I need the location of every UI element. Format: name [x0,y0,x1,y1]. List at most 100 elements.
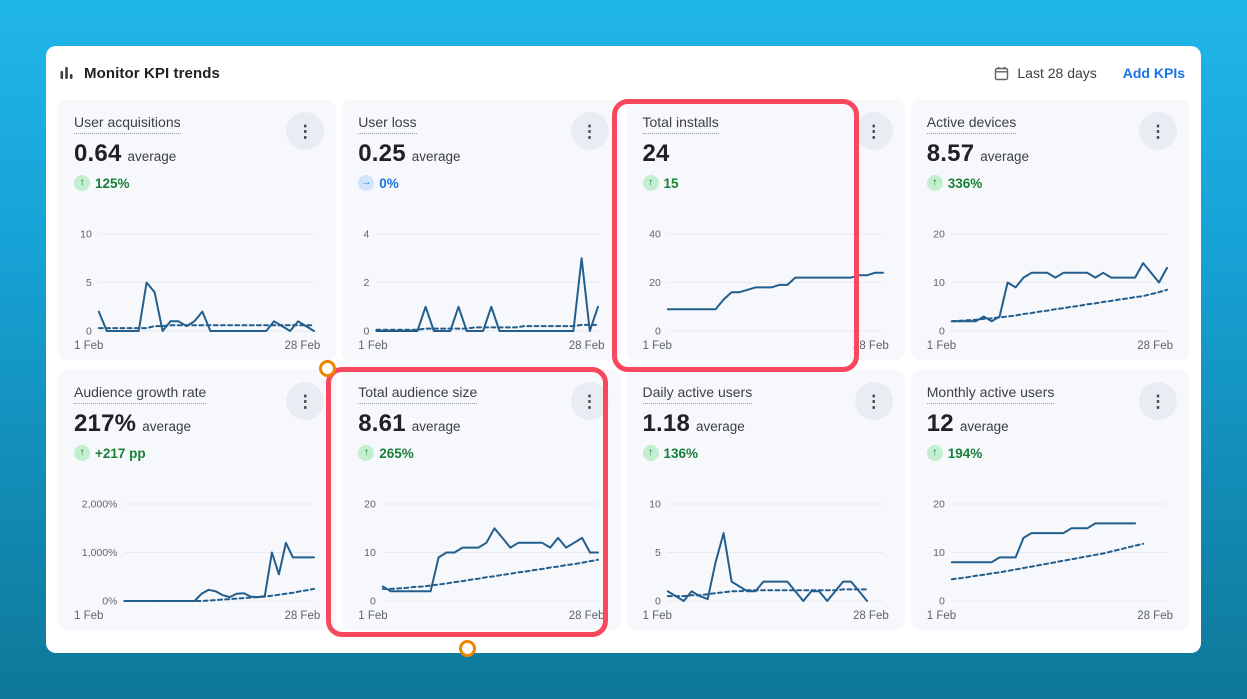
kebab-menu-button[interactable]: ⋮ [1139,112,1177,150]
kpi-card[interactable]: Daily active users ⋮ 1.18 average ↑ 136%… [627,370,905,630]
kpi-title[interactable]: Active devices [927,114,1016,134]
svg-text:10: 10 [933,547,945,559]
date-range-selector[interactable]: Last 28 days [994,65,1096,81]
kebab-menu-button[interactable]: ⋮ [286,112,324,150]
kpi-value-row: 8.61 average [358,410,604,438]
kpi-value-suffix: average [696,419,745,434]
kpi-value: 0.64 [74,140,122,168]
kpi-line-chart: 0510 [643,496,889,608]
kebab-menu-button[interactable]: ⋮ [1139,382,1177,420]
svg-text:10: 10 [933,277,945,289]
kebab-menu-button[interactable]: ⋮ [855,112,893,150]
svg-text:0: 0 [939,326,945,338]
x-axis-labels: 1 Feb 28 Feb [927,340,1173,352]
svg-text:5: 5 [86,277,92,289]
kpi-line-chart: 0% 1,000% 2,000% [74,496,320,608]
svg-text:4: 4 [364,229,370,241]
calendar-icon [994,66,1009,81]
kpi-trends-panel: Monitor KPI trends Last 28 days Add KPIs… [46,46,1201,653]
x-axis-end-label: 28 Feb [569,610,605,622]
kpi-value-row: 12 average [927,410,1173,438]
kebab-icon: ⋮ [1150,393,1167,410]
kpi-value-suffix: average [128,149,177,164]
trend-arrow-icon: ↑ [74,175,90,191]
svg-text:0: 0 [364,326,370,338]
trend-arrow-icon: ↑ [643,175,659,191]
trend-arrow-icon: ↑ [927,445,943,461]
kebab-icon: ⋮ [581,393,598,410]
trend-arrow-icon: → [358,175,374,191]
kpi-change-badge: → 0% [358,175,604,191]
x-axis-start-label: 1 Feb [74,340,103,352]
kpi-change-badge: ↑ 265% [358,445,604,461]
kpi-card[interactable]: Monthly active users ⋮ 12 average ↑ 194%… [911,370,1189,630]
kpi-value-row: 24 [643,140,889,168]
x-axis-end-label: 28 Feb [1137,340,1173,352]
x-axis-start-label: 1 Feb [927,340,956,352]
kebab-icon: ⋮ [1150,123,1167,140]
kpi-title[interactable]: Total audience size [358,384,477,404]
kpi-change-badge: ↑ 15 [643,175,889,191]
kpi-line-chart: 01020 [927,226,1173,338]
x-axis-labels: 1 Feb 28 Feb [643,610,889,622]
x-axis-labels: 1 Feb 28 Feb [358,340,604,352]
svg-text:0: 0 [86,326,92,338]
x-axis-start-label: 1 Feb [358,340,387,352]
kpi-change-badge: ↑ 336% [927,175,1173,191]
add-kpis-button[interactable]: Add KPIs [1123,65,1185,81]
kpi-title[interactable]: Daily active users [643,384,753,404]
kebab-menu-button[interactable]: ⋮ [855,382,893,420]
kpi-title[interactable]: Audience growth rate [74,384,206,404]
svg-text:10: 10 [364,547,376,559]
kpi-card[interactable]: Total audience size ⋮ 8.61 average ↑ 265… [342,370,620,630]
x-axis-end-label: 28 Feb [569,340,605,352]
svg-text:20: 20 [649,277,661,289]
trend-arrow-icon: ↑ [927,175,943,191]
kpi-value: 8.61 [358,410,406,438]
kpi-value-row: 217% average [74,410,320,438]
svg-text:1,000%: 1,000% [82,547,118,559]
kebab-icon: ⋮ [865,123,882,140]
kpi-change-value: 0% [379,176,399,191]
x-axis-start-label: 1 Feb [643,340,672,352]
kpi-value-row: 8.57 average [927,140,1173,168]
kpi-change-badge: ↑ 194% [927,445,1173,461]
x-axis-labels: 1 Feb 28 Feb [643,340,889,352]
svg-text:0%: 0% [102,596,117,608]
kpi-value-row: 0.64 average [74,140,320,168]
kpi-value: 8.57 [927,140,975,168]
kpi-value-suffix: average [960,419,1009,434]
date-range-label: Last 28 days [1017,65,1096,81]
svg-text:2,000%: 2,000% [82,499,118,511]
kpi-title[interactable]: Total installs [643,114,719,134]
svg-text:10: 10 [80,229,92,241]
kpi-title[interactable]: User acquisitions [74,114,181,134]
kebab-menu-button[interactable]: ⋮ [571,382,609,420]
trend-arrow-icon: ↑ [358,445,374,461]
kpi-title[interactable]: Monthly active users [927,384,1055,404]
kpi-card[interactable]: Active devices ⋮ 8.57 average ↑ 336% 0 10… [911,100,1189,360]
kpi-card[interactable]: Total installs ⋮ 24 ↑ 15 02040 1 Feb 28 … [627,100,905,360]
svg-text:0: 0 [654,326,660,338]
kpi-change-value: 15 [664,176,679,191]
x-axis-labels: 1 Feb 28 Feb [74,340,320,352]
x-axis-start-label: 1 Feb [74,610,103,622]
kpi-card[interactable]: User acquisitions ⋮ 0.64 average ↑ 125% … [58,100,336,360]
kpi-value-suffix: average [980,149,1029,164]
kebab-menu-button[interactable]: ⋮ [571,112,609,150]
kpi-value: 24 [643,140,670,168]
kpi-title[interactable]: User loss [358,114,416,134]
kpi-change-value: 265% [379,446,414,461]
kpi-card[interactable]: User loss ⋮ 0.25 average → 0% 024 1 Feb … [342,100,620,360]
x-axis-end-label: 28 Feb [1137,610,1173,622]
x-axis-start-label: 1 Feb [643,610,672,622]
kebab-menu-button[interactable]: ⋮ [286,382,324,420]
panel-header: Monitor KPI trends Last 28 days Add KPIs [46,46,1201,100]
kpi-value-row: 1.18 average [643,410,889,438]
kpi-value: 12 [927,410,954,438]
kpi-card[interactable]: Audience growth rate ⋮ 217% average ↑ +2… [58,370,336,630]
kpi-change-value: 336% [948,176,983,191]
kpi-change-value: 194% [948,446,983,461]
kpi-change-value: 125% [95,176,130,191]
kpi-change-badge: ↑ +217 pp [74,445,320,461]
